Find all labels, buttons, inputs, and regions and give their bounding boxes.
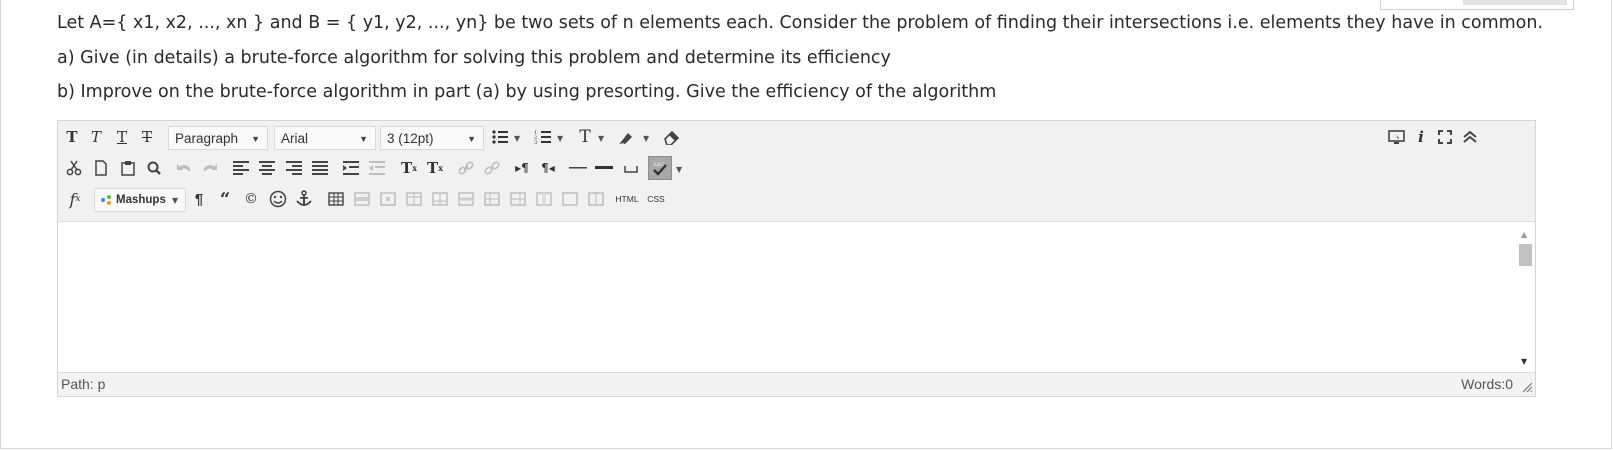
css-button[interactable]: CSS [644, 188, 668, 210]
nonbreaking-space-icon[interactable] [621, 157, 641, 179]
mashups-dropdown-icon[interactable]: ▼ [172, 196, 178, 205]
underline-icon[interactable]: T [112, 126, 132, 148]
rich-text-editor: T T T T Paragraph ▼ Arial ▼ 3 (12pt) ▼ ▼ 12… [57, 120, 1536, 397]
numbered-list-dropdown-icon[interactable]: ▼ [557, 134, 563, 143]
paragraph-mark-icon[interactable]: ¶ [189, 188, 209, 210]
info-icon[interactable]: i [1412, 126, 1430, 148]
align-right-icon[interactable] [284, 157, 304, 179]
redo-icon[interactable] [200, 157, 220, 179]
scroll-down-icon[interactable]: ▼ [1521, 357, 1527, 366]
html-source-button[interactable]: HTML [612, 188, 642, 210]
bullet-list-dropdown-icon[interactable]: ▼ [514, 134, 520, 143]
question-line-2: a) Give (in details) a brute-force algor… [57, 48, 891, 68]
question-line-1: Let A={ x1, x2, ..., xn } and B = { y1, … [57, 13, 1544, 33]
table-row-props-icon[interactable] [352, 188, 372, 210]
formula-icon[interactable]: fx [64, 188, 86, 210]
bold-icon[interactable]: T [62, 126, 82, 148]
ltr-icon[interactable]: ▸¶ [512, 157, 532, 179]
delete-row-icon[interactable] [456, 188, 476, 210]
subscript-icon[interactable]: Tx [424, 157, 446, 179]
align-left-icon[interactable] [231, 157, 251, 179]
indent-icon[interactable] [341, 157, 361, 179]
paste-icon[interactable] [118, 157, 138, 179]
element-path: Path: p [61, 376, 106, 392]
resize-grip-icon[interactable] [1521, 380, 1533, 396]
rtl-icon[interactable]: ¶◂ [538, 157, 558, 179]
table-icon[interactable] [326, 188, 346, 210]
horizontal-rule-icon[interactable] [568, 157, 588, 179]
top-control[interactable] [1380, 0, 1574, 10]
editor-content-area[interactable]: ▲ ▼ [58, 221, 1535, 373]
emoticon-icon[interactable] [267, 188, 289, 210]
insert-row-after-icon[interactable] [430, 188, 450, 210]
paragraph-format-select[interactable]: Paragraph ▼ [168, 126, 268, 150]
split-cells-icon[interactable] [560, 188, 580, 210]
svg-text:ABC: ABC [652, 162, 664, 168]
strikethrough-icon[interactable]: T [137, 126, 157, 148]
insert-col-after-icon[interactable] [508, 188, 528, 210]
italic-icon[interactable]: T [86, 126, 106, 148]
text-color-icon[interactable]: T [575, 126, 595, 148]
numbered-list-icon[interactable]: 123 [532, 126, 554, 148]
link-icon[interactable] [456, 157, 476, 179]
eraser-icon[interactable] [661, 126, 683, 148]
highlight-icon[interactable] [616, 126, 638, 148]
spellcheck-dropdown-icon[interactable]: ▼ [676, 165, 682, 174]
editor-scrollbar[interactable]: ▲ ▼ [1515, 222, 1535, 372]
thick-rule-icon[interactable] [594, 157, 614, 179]
unlink-icon[interactable] [482, 157, 502, 179]
font-family-select[interactable]: Arial ▼ [274, 126, 376, 150]
align-center-icon[interactable] [257, 157, 277, 179]
merge-cells-icon[interactable] [586, 188, 606, 210]
align-justify-icon[interactable] [310, 157, 330, 179]
table-cell-props-icon[interactable] [378, 188, 398, 210]
fullscreen-icon[interactable] [1435, 126, 1455, 148]
superscript-icon[interactable]: Tx [398, 157, 420, 179]
font-size-select[interactable]: 3 (12pt) ▼ [380, 126, 484, 150]
anchor-icon[interactable] [293, 188, 315, 210]
insert-row-before-icon[interactable] [404, 188, 424, 210]
undo-icon[interactable] [174, 157, 194, 179]
preview-icon[interactable] [1386, 126, 1408, 148]
mashups-icon [101, 195, 111, 205]
question-line-3: b) Improve on the brute-force algorithm … [57, 82, 997, 102]
collapse-icon[interactable] [1460, 126, 1480, 148]
copyright-icon[interactable]: © [241, 188, 261, 210]
copy-icon[interactable] [91, 157, 111, 179]
outdent-icon[interactable] [367, 157, 387, 179]
svg-text:3: 3 [534, 140, 537, 145]
insert-col-before-icon[interactable] [482, 188, 502, 210]
cut-icon[interactable] [64, 157, 84, 179]
find-icon[interactable] [144, 157, 164, 179]
word-count: Words:0 [1461, 376, 1513, 392]
editor-toolbar: T T T T Paragraph ▼ Arial ▼ 3 (12pt) ▼ ▼ 12… [58, 121, 1535, 221]
highlight-dropdown-icon[interactable]: ▼ [643, 134, 649, 143]
spellcheck-icon[interactable]: ABC [648, 156, 672, 180]
scroll-up-icon[interactable]: ▲ [1521, 230, 1527, 239]
blockquote-icon[interactable]: “ [215, 188, 235, 210]
delete-col-icon[interactable] [534, 188, 554, 210]
bullet-list-icon[interactable] [489, 126, 511, 148]
text-color-dropdown-icon[interactable]: ▼ [598, 134, 604, 143]
scroll-thumb[interactable] [1519, 244, 1532, 266]
editor-statusbar: Path: p Words:0 [58, 372, 1535, 396]
